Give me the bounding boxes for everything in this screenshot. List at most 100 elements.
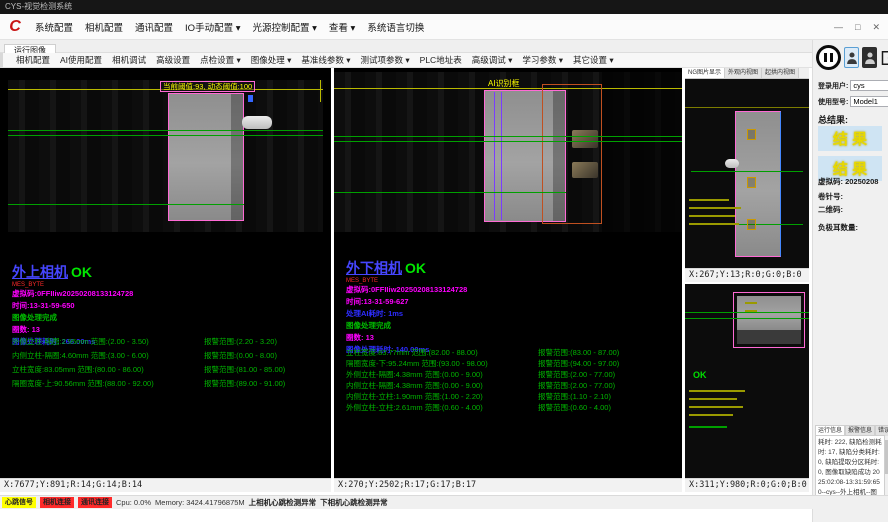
virtual-barcode: 虚拟码:0FFIIiw20250208133124728 [12, 288, 324, 300]
seam-line-purple [501, 92, 502, 220]
tab-ng-display[interactable]: NG图片显示 [685, 68, 725, 78]
defect-box [747, 177, 756, 188]
toolbar-item[interactable]: 其它设置 ▾ [568, 54, 619, 66]
measurement-value: 立柱宽度:83.05mm 范围:(80.00 - 86.00) [12, 366, 204, 374]
tab-row: 运行图像 [0, 40, 812, 53]
menu-item[interactable]: 系统配置 [29, 20, 79, 34]
measurement-row: 内侧立柱-立柱:1.90mm 范围:(1.00 - 2.20) 报警范围:(1.… [346, 393, 619, 401]
pause-button[interactable] [816, 45, 841, 70]
unreadable-text-row [689, 199, 729, 201]
measurement-value: 内侧立柱-隔圈:4.60mm 范围:(3.00 - 6.00) [12, 352, 204, 360]
toolbar-item[interactable]: 测试项参数 ▾ [356, 54, 415, 66]
workpiece [735, 111, 781, 257]
menu-item[interactable]: 相机配置 [79, 20, 129, 34]
measurement-value: 外侧立柱-隔圈:2.95mm 范围:(2.00 - 3.50) [12, 338, 204, 346]
center-camera-image[interactable]: AI识别框 [334, 72, 682, 232]
tab-appearance-view[interactable]: 外观内视图 [725, 68, 762, 78]
tab-arch-view[interactable]: 起拱内视图 [762, 68, 799, 78]
window-title: CYS-视觉检测系统 [5, 2, 72, 11]
exit-button[interactable] [880, 47, 888, 68]
measurement-value: 外侧立柱-隔圈:4.38mm 范围:(0.00 - 9.00) [346, 371, 538, 379]
control-side-panel: 登录用户: 使用型号: 总结果: 结 果 结 果 虚拟码: 20250208 卷… [812, 40, 888, 522]
workpiece-shadow [737, 330, 801, 344]
measure-line [685, 318, 809, 319]
unreadable-text-row [689, 426, 727, 428]
measurement-row: 外侧立柱-隔圈:4.38mm 范围:(0.00 - 9.00) 报警范围:(2.… [346, 371, 619, 379]
measurement-value: 立柱宽度:83.77mm 范围:(82.00 - 88.00) [346, 349, 538, 357]
result-ok: OK [71, 264, 92, 280]
login-user-label: 登录用户: [818, 81, 848, 91]
menu-item[interactable]: 查看 ▾ [323, 20, 361, 34]
workpiece [168, 93, 244, 221]
model-field: 使用型号: [818, 96, 888, 107]
minimize-icon[interactable]: — [834, 22, 843, 32]
bottom-camera-image[interactable]: OK [685, 284, 809, 478]
bottom-pixel-readout: X:311;Y:980;R:0;G:0;B:0 [685, 478, 809, 492]
marker-blue [248, 95, 253, 102]
menu-item[interactable]: 光源控制配置 ▾ [246, 20, 322, 34]
toolbar-item[interactable]: 相机调试 [107, 54, 151, 66]
control-buttons [816, 45, 888, 70]
left-camera-panel: 当前阈值:93, 动态阈值:100 外上相机OK MES_BYTE 虚拟码:0F… [0, 68, 331, 492]
memory-readout: Memory: 3424.41796875M [155, 498, 245, 507]
dark-region [602, 72, 682, 232]
ai-elapsed: 处理AI耗时: 1ms [346, 308, 658, 320]
model-label: 使用型号: [818, 97, 848, 107]
user-button[interactable] [844, 47, 859, 68]
measurement-row: 外侧立柱-隔圈:2.95mm 范围:(2.00 - 3.50) 报警范围:(2.… [12, 338, 285, 346]
log-output[interactable]: 耗时: 222, 缺陷检测耗时: 17, 缺陷分类耗时: 0, 缺陷提取分区耗时… [815, 435, 885, 497]
measure-line [685, 312, 809, 313]
ng-pixel-readout: X:267;Y:13;R:0;G:0;B:0 [685, 268, 809, 282]
menu-item[interactable]: 通讯配置 [129, 20, 179, 34]
toolbar: 相机配置 AI使用配置 相机调试 高级设置 点检设置 ▾ 图像处理 ▾ 基准线参… [0, 53, 812, 68]
measure-line [8, 204, 244, 205]
toolbar-item[interactable]: AI使用配置 [55, 54, 107, 66]
toolbar-item[interactable]: 点检设置 ▾ [195, 54, 246, 66]
toolbar-item[interactable]: PLC地址表 [415, 54, 467, 66]
toolbar-item[interactable]: 基准线参数 ▾ [296, 54, 355, 66]
menu-item[interactable]: IO手动配置 ▾ [179, 20, 246, 34]
measure-line [8, 130, 323, 131]
unreadable-text-row [689, 390, 745, 392]
result-block-1: 结 果 [818, 126, 882, 151]
cpu-readout: Cpu: 0.0% [116, 498, 151, 507]
qr-label: 二维码: [818, 204, 843, 215]
center-measurements: 立柱宽度:83.77mm 范围:(82.00 - 88.00) 报警范围:(83… [346, 349, 619, 415]
menu-item[interactable]: 系统语言切换 [361, 20, 430, 34]
model-input[interactable] [850, 96, 888, 107]
measurement-value: 隔圈宽度-下:95.24mm 范围:(93.00 - 98.00) [346, 360, 538, 368]
toolbar-item[interactable]: 高级调试 ▾ [467, 54, 518, 66]
camera-name: 外下相机 [346, 260, 402, 276]
operator-button[interactable] [862, 47, 877, 68]
clip-connector [242, 116, 272, 129]
alarm-range: 报警范围:(0.60 - 4.00) [538, 404, 611, 412]
unreadable-text-row [689, 406, 743, 408]
login-user-input[interactable] [850, 80, 888, 91]
tab-count-label: 负极耳数量: [818, 222, 858, 233]
toolbar-item[interactable]: 高级设置 [151, 54, 195, 66]
close-icon[interactable]: ✕ [872, 22, 880, 33]
alarm-range: 报警范围:(81.00 - 85.00) [204, 366, 285, 374]
unreadable-text-row [689, 223, 739, 225]
upper-camera-warning: 上相机心跳检测异常 [249, 497, 317, 508]
measurement-row: 隔圈宽度-上:90.56mm 范围:(88.00 - 92.00) 报警范围:(… [12, 380, 285, 388]
camera-link-badge: 相机连接 [40, 497, 74, 508]
ng-camera-image[interactable] [685, 79, 809, 269]
ng-view-panel: NG图片显示 外观内视图 起拱内视图 X:267;Y:13;R:0;G:0;B:… [685, 68, 809, 282]
toolbar-item[interactable]: 学习参数 ▾ [517, 54, 568, 66]
measurement-value: 外侧立柱-立柱:2.61mm 范围:(0.60 - 4.00) [346, 404, 538, 412]
toolbar-item[interactable]: 相机配置 [11, 54, 55, 66]
toolbar-item[interactable]: 图像处理 ▾ [246, 54, 297, 66]
maximize-icon[interactable]: □ [855, 22, 860, 32]
center-camera-panel: AI识别框 外下相机OK MES_BYTE 虚拟码:0FFIIiw2025020… [334, 68, 682, 492]
alarm-range: 报警范围:(89.00 - 91.00) [204, 380, 285, 388]
operator-icon [864, 51, 876, 65]
round-count: 圈数: 13 [346, 332, 658, 344]
measure-line [334, 136, 682, 137]
barcode-label: 虚拟码: 20250208 [818, 176, 878, 187]
left-camera-image[interactable]: 当前阈值:93, 动态阈值:100 [8, 80, 323, 232]
camera-name: 外上相机 [12, 264, 68, 280]
measurement-row: 外侧立柱-立柱:2.61mm 范围:(0.60 - 4.00) 报警范围:(0.… [346, 404, 619, 412]
ai-box-label: AI识别框 [488, 78, 520, 89]
virtual-barcode: 虚拟码:0FFIIiw20250208133124728 [346, 284, 658, 296]
